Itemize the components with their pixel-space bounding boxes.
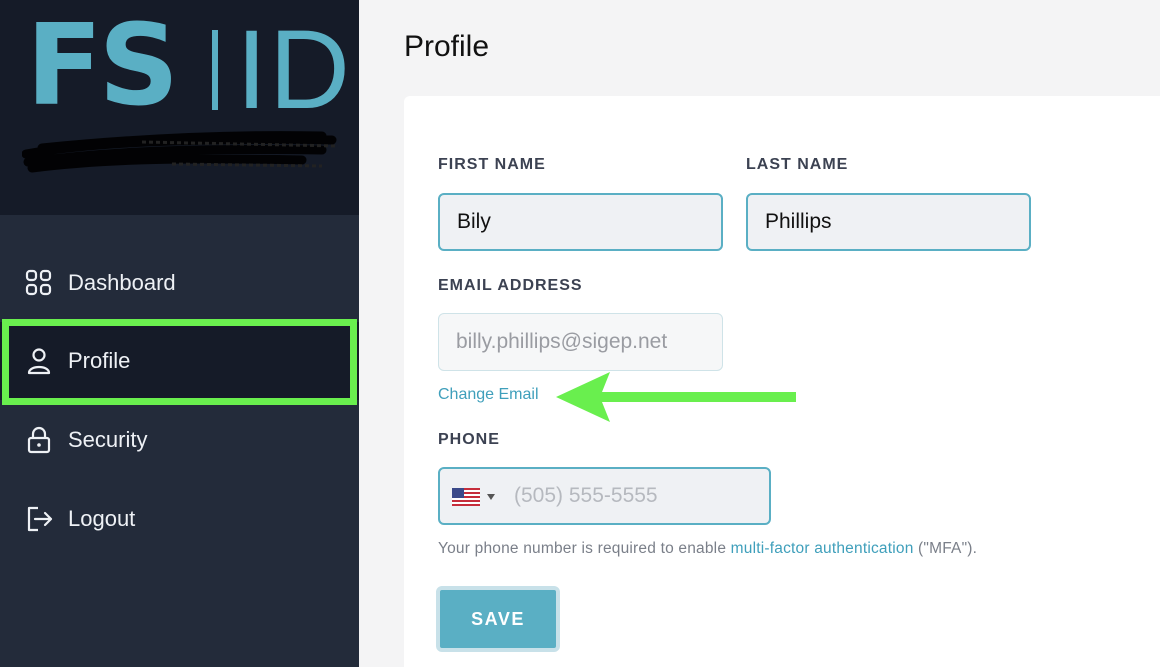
email-label: EMAIL ADDRESS (438, 277, 583, 294)
save-button[interactable]: SAVE (436, 586, 560, 652)
sidebar-item-label: Profile (68, 348, 131, 373)
sidebar: FS ID Dashboard Profile Security Logout (0, 0, 359, 667)
phone-field[interactable]: (505) 555-5555 (438, 467, 771, 525)
page-title: Profile (404, 30, 490, 63)
sidebar-item-dashboard[interactable]: Dashboard (0, 244, 359, 322)
sidebar-item-label: Logout (68, 506, 136, 531)
lock-icon (27, 426, 51, 454)
logout-icon (27, 506, 53, 532)
mfa-link[interactable]: multi-factor authentication (731, 540, 914, 557)
logo-divider (212, 30, 218, 110)
phone-placeholder: (505) 555-5555 (514, 484, 658, 507)
last-name-label: LAST NAME (746, 156, 849, 173)
last-name-field[interactable]: Phillips (746, 193, 1031, 251)
first-name-field[interactable]: Bily (438, 193, 723, 251)
grid-icon (25, 269, 52, 296)
brand-header: FS ID (0, 0, 359, 215)
sidebar-item-security[interactable]: Security (0, 401, 359, 479)
sidebar-item-logout[interactable]: Logout (0, 480, 359, 558)
annotation-arrow (556, 372, 796, 422)
logo-id-text: ID (236, 7, 352, 132)
first-name-label: FIRST NAME (438, 156, 546, 173)
chevron-down-icon[interactable] (487, 494, 495, 500)
us-flag-icon[interactable] (452, 488, 480, 506)
change-email-link[interactable]: Change Email (438, 386, 539, 404)
user-icon (27, 348, 51, 375)
help-prefix: Your phone number is required to enable (438, 540, 731, 557)
sidebar-item-label: Security (68, 427, 148, 452)
phone-help-text: Your phone number is required to enable … (438, 540, 977, 558)
email-field: billy.phillips@sigep.net (438, 313, 723, 371)
phone-label: PHONE (438, 431, 500, 448)
logo-fs-text: FS (26, 1, 179, 131)
sidebar-item-profile[interactable]: Profile (0, 322, 359, 400)
sidebar-item-label: Dashboard (68, 270, 176, 295)
redaction-scribble (22, 131, 339, 173)
help-suffix: ("MFA"). (913, 540, 978, 557)
